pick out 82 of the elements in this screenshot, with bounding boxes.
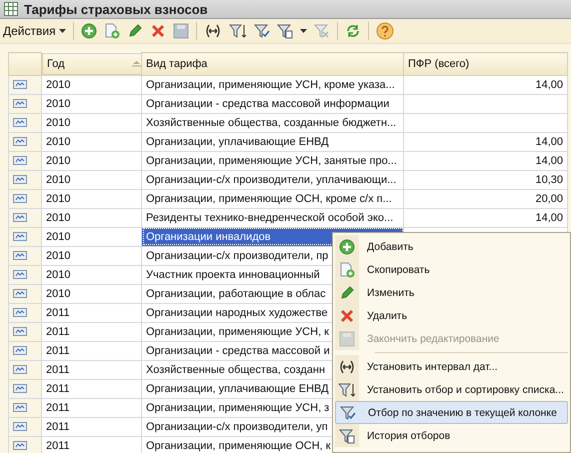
- table-cell: 14,00: [404, 75, 568, 94]
- column-header[interactable]: Вид тарифа: [142, 52, 404, 75]
- table-cell: 20,00: [404, 189, 568, 208]
- table-cell: 2010: [42, 265, 142, 284]
- table-cell: 2010: [42, 189, 142, 208]
- copy-icon[interactable]: [104, 23, 120, 39]
- add-icon[interactable]: [80, 23, 97, 39]
- record-icon: [13, 441, 27, 450]
- table-cell: 2011: [42, 341, 142, 360]
- record-icon: [13, 137, 27, 146]
- record-icon: [13, 232, 27, 241]
- table-cell: 2010: [42, 170, 142, 189]
- table-cell: 10,30: [404, 170, 568, 189]
- table-cell: 2010: [42, 94, 142, 113]
- copy-icon: [339, 262, 355, 278]
- table-cell: 2010: [42, 113, 142, 132]
- interval-icon: [338, 358, 356, 374]
- record-icon: [13, 156, 27, 165]
- table-cell: Хозяйственные общества, созданные бюджетн...: [142, 113, 404, 132]
- column-header[interactable]: Год: [47, 58, 65, 70]
- table-cell: Организации - средства массовой информации: [142, 94, 404, 113]
- table-cell: 14,00: [404, 132, 568, 151]
- table-cell: 2011: [42, 417, 142, 436]
- table-cell: 2010: [42, 284, 142, 303]
- filter-sort-icon: [338, 382, 356, 398]
- table-cell: 14,00: [404, 151, 568, 170]
- record-icon: [13, 213, 27, 222]
- filter-list-icon: [339, 428, 355, 444]
- table-cell: Организации, применяющие ОСН, кроме с/х п...: [142, 189, 404, 208]
- table-cell: Организации, уплачивающие ЕНВД: [142, 132, 404, 151]
- table-cell: Резиденты технико-внедренческой особой эко...: [142, 208, 404, 227]
- record-icon: [13, 422, 27, 431]
- record-icon: [13, 251, 27, 260]
- delete-icon[interactable]: [150, 23, 166, 39]
- caret-icon[interactable]: [300, 29, 307, 33]
- save-icon[interactable]: [172, 23, 189, 39]
- record-icon: [13, 80, 27, 89]
- add-icon: [339, 238, 355, 254]
- filter-icon[interactable]: [254, 23, 270, 39]
- record-icon: [13, 175, 27, 184]
- actions-menu-button[interactable]: Действия: [3, 24, 66, 38]
- table-cell: 2010: [42, 246, 142, 265]
- delete-icon: [339, 308, 355, 324]
- table-cell: 2010: [42, 75, 142, 94]
- record-icon: [13, 270, 27, 279]
- filter-list-icon[interactable]: [276, 23, 293, 39]
- help-icon[interactable]: [376, 22, 394, 40]
- table-cell: 2010: [42, 132, 142, 151]
- record-icon: [13, 346, 27, 355]
- table-cell: 2011: [42, 398, 142, 417]
- sort-icon[interactable]: [132, 60, 141, 66]
- table-icon: [4, 2, 18, 16]
- record-icon: [13, 327, 27, 336]
- record-icon: [13, 194, 27, 203]
- save-icon: [339, 330, 355, 346]
- table-cell: 2011: [42, 360, 142, 379]
- window-title: Тарифы страховых взносов: [24, 2, 208, 16]
- interval-icon[interactable]: [204, 23, 222, 39]
- table-cell: 2011: [42, 303, 142, 322]
- record-icon: [13, 289, 27, 298]
- pencil-icon: [339, 284, 355, 300]
- filter-icon: [340, 404, 356, 420]
- record-icon: [13, 118, 27, 127]
- record-icon: [13, 308, 27, 317]
- table-cell: 2010: [42, 151, 142, 170]
- pencil-icon[interactable]: [126, 23, 143, 39]
- table-cell: 2011: [42, 379, 142, 398]
- refresh-icon[interactable]: [344, 23, 361, 39]
- record-icon: [13, 365, 27, 374]
- record-icon: [13, 99, 27, 108]
- table-cell: Организации-с/х производители, уплачивающи...: [142, 170, 404, 189]
- table-cell: 2011: [42, 322, 142, 341]
- column-header[interactable]: ПФР (всего): [404, 52, 568, 75]
- record-icon: [13, 384, 27, 393]
- table-cell: 2010: [42, 208, 142, 227]
- filter-sort-icon[interactable]: [228, 23, 247, 39]
- caret-icon: [58, 29, 66, 33]
- table-cell: 2010: [42, 227, 142, 246]
- table-cell: Организации, применяющие УСН, кроме указа...: [142, 75, 404, 94]
- record-icon: [13, 403, 27, 412]
- table-cell: Организации, применяющие УСН, занятые про...: [142, 151, 404, 170]
- table-cell: 14,00: [404, 208, 568, 227]
